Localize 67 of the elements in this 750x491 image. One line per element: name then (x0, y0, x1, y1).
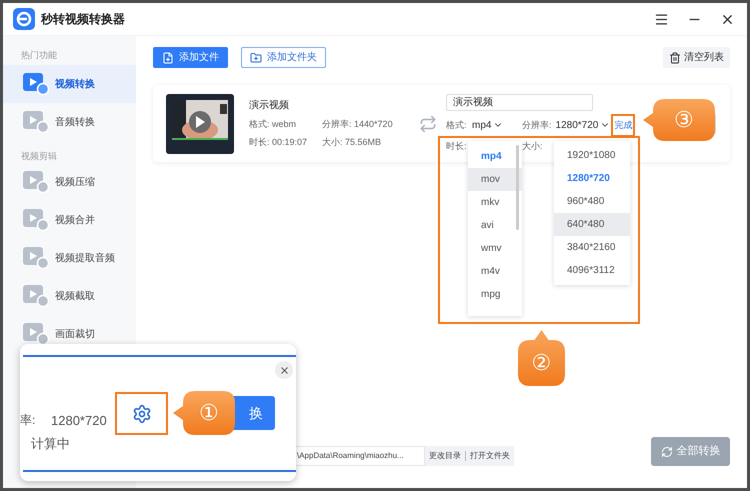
file-add-icon (162, 52, 174, 64)
resolution-option[interactable]: 640*480 (554, 213, 630, 236)
resolution-option[interactable]: 1920*1080 (554, 144, 630, 167)
done-link[interactable]: 完成 (611, 114, 636, 137)
format-option[interactable]: mkv (468, 191, 522, 214)
step-number: ① (199, 402, 219, 424)
menu-icon[interactable] (654, 12, 669, 26)
settings-icon (132, 404, 152, 424)
format-text: 格式: webm (249, 118, 298, 130)
sidebar-item[interactable]: 视频截取 (3, 277, 136, 315)
sidebar-item[interactable]: 视频提取音频 (3, 239, 136, 277)
size-text: 大小: 75.56MB (322, 136, 382, 149)
callout-tooltip (173, 391, 235, 435)
clear-list-button[interactable]: 清空列表 (663, 47, 730, 68)
format-option[interactable]: m4v (468, 260, 522, 283)
video-icon (23, 111, 49, 133)
change-directory-button[interactable]: 更改目录 (429, 450, 461, 462)
section-title: 热门功能 (20, 49, 58, 61)
video-icon (23, 247, 49, 269)
step-number: ② (532, 352, 552, 374)
add-file-button[interactable]: 添加文件 (153, 47, 228, 68)
duration-label: 时长: (446, 140, 468, 153)
size-label: 大小: (522, 140, 543, 153)
open-folder-button[interactable]: 打开文件夹 (470, 450, 510, 462)
format-select[interactable]: mp4 (470, 117, 516, 134)
sidebar-item[interactable]: 视频转换 (3, 65, 136, 103)
resolution-text: 分辨率: 1440*720 (322, 118, 393, 130)
trash-icon (669, 52, 681, 64)
settings-button[interactable] (115, 392, 168, 435)
callout-tooltip (518, 330, 565, 386)
resolution-value: 1280*720 (51, 412, 107, 430)
video-icon (23, 73, 49, 95)
sidebar-item[interactable]: 音频转换 (3, 103, 136, 141)
sidebar-item[interactable]: 视频合并 (3, 201, 136, 239)
callout-tooltip (643, 99, 715, 141)
sidebar-item[interactable]: 视频压缩 (3, 163, 136, 201)
format-option[interactable]: mov (468, 168, 522, 191)
folder-add-icon (250, 52, 262, 64)
section-title: 视频剪辑 (20, 150, 58, 162)
output-name-field[interactable]: 演示视频 (446, 94, 593, 110)
app-logo (13, 8, 35, 30)
format-option[interactable]: avi (468, 214, 522, 237)
resolution-option[interactable]: 960*480 (554, 190, 630, 213)
resolution-label: 分辨率: (522, 118, 552, 132)
swap-icon (419, 114, 437, 132)
video-icon (23, 285, 49, 307)
video-icon (23, 171, 49, 193)
resolution-option[interactable]: 3840*2160 (554, 236, 630, 259)
refresh-icon (660, 446, 672, 458)
format-option[interactable]: mpg (468, 283, 522, 306)
resolution-option[interactable]: 4096*3112 (554, 259, 630, 282)
sidebar-item[interactable]: 画面裁切 (3, 315, 136, 353)
format-option[interactable]: mp4 (468, 145, 522, 168)
format-label: 格式: (446, 118, 468, 132)
format-option[interactable]: wmv (468, 237, 522, 260)
output-path-field[interactable]: \AppData\Roaming\miaozhu... (294, 446, 425, 466)
close-icon (278, 364, 290, 376)
close-button[interactable] (275, 361, 293, 379)
rate-label: 率: (20, 412, 36, 429)
add-folder-button[interactable]: 添加文件夹 (241, 47, 326, 68)
video-icon (23, 209, 49, 231)
step-number: ③ (674, 109, 694, 131)
status-text: 计算中 (31, 435, 70, 453)
window-title: 秒转视频转换器 (41, 11, 125, 28)
duration-text: 时长: 00:19:07 (249, 136, 308, 149)
file-name: 演示视频 (249, 98, 290, 112)
resolution-option[interactable]: 1280*720 (554, 167, 630, 190)
